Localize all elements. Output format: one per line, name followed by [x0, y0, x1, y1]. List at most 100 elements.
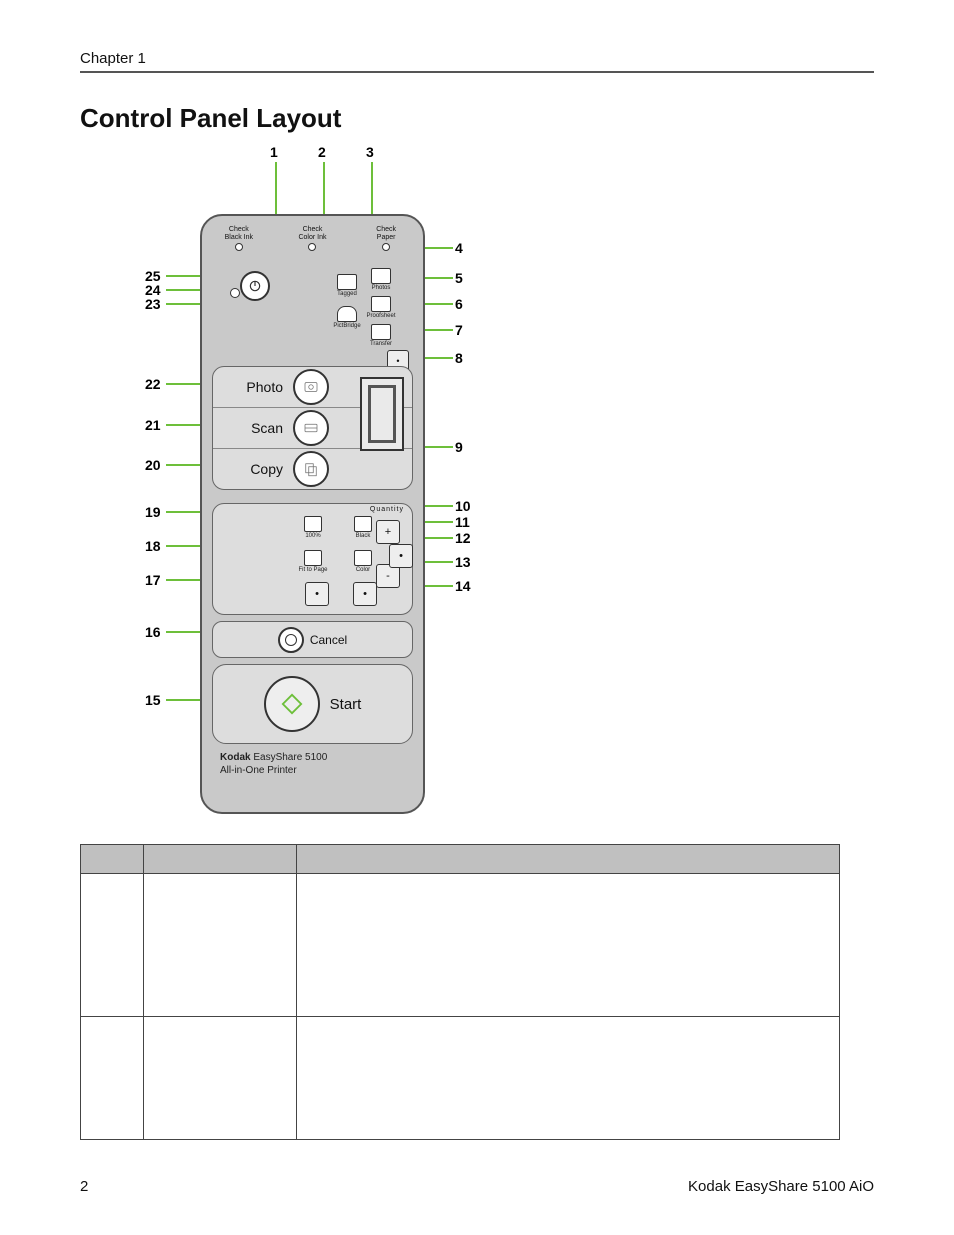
start-icon — [281, 693, 303, 715]
cancel-row: Cancel — [212, 621, 413, 658]
photos-indicator: Photos — [351, 268, 411, 291]
callout-15: 15 — [145, 692, 161, 708]
black-page-icon — [354, 516, 372, 532]
table-cell — [144, 1017, 297, 1140]
callout-1: 1 — [270, 144, 278, 160]
power-button[interactable] — [240, 271, 270, 301]
start-button[interactable] — [264, 676, 320, 732]
settings-group: Quantity 100% Fit to Page Black Color + … — [212, 503, 413, 615]
scan-mode-icon — [302, 419, 320, 437]
callout-10: 10 — [455, 498, 471, 514]
table-cell — [297, 874, 840, 1017]
black-ink-led-icon — [235, 243, 243, 251]
callout-21: 21 — [145, 417, 161, 433]
callout-19: 19 — [145, 504, 161, 520]
copy-mode-icon — [302, 460, 320, 478]
status-paper-label: Check Paper — [366, 226, 406, 241]
callout-13: 13 — [455, 554, 471, 570]
transfer-indicator: Transfer — [351, 324, 411, 347]
brand-line2: All-in-One Printer — [220, 765, 297, 776]
page-number: 2 — [80, 1178, 88, 1195]
callout-11: 11 — [455, 514, 470, 530]
status-row: Check Black Ink Check Color Ink Check Pa… — [202, 226, 423, 251]
color-toggle-button[interactable]: • — [353, 582, 377, 606]
proofsheet-icon — [371, 296, 391, 312]
power-led-icon — [230, 288, 240, 298]
table-header-cell — [144, 845, 297, 874]
photo-label: Photo — [213, 379, 289, 395]
section-title: Control Panel Layout — [80, 103, 874, 134]
fit-to-page-indicator: Fit to Page — [289, 550, 337, 573]
table-header-cell — [81, 845, 144, 874]
table-row — [81, 1017, 840, 1140]
status-paper: Check Paper — [366, 226, 406, 251]
table-cell — [144, 874, 297, 1017]
status-black-ink-label: Check Black Ink — [219, 226, 259, 241]
size-100-label: 100% — [293, 533, 333, 539]
size-toggle-button[interactable]: • — [305, 582, 329, 606]
color-ink-led-icon — [308, 243, 316, 251]
table-cell — [297, 1017, 840, 1140]
size-100-indicator: 100% — [293, 516, 333, 539]
chapter-header: Chapter 1 — [80, 50, 874, 73]
callout-9: 9 — [455, 439, 463, 455]
paper-led-icon — [382, 243, 390, 251]
brand-line: Kodak EasyShare 5100 All-in-One Printer — [220, 751, 405, 777]
photos-label: Photos — [351, 285, 411, 291]
fit-to-page-label: Fit to Page — [289, 567, 337, 573]
footer-product: Kodak EasyShare 5100 AiO — [688, 1178, 874, 1195]
feature-table — [80, 844, 840, 1140]
start-row: Start — [212, 664, 413, 744]
callout-18: 18 — [145, 538, 161, 554]
table-cell — [81, 874, 144, 1017]
status-color-ink-label: Check Color Ink — [292, 226, 332, 241]
page-100-icon — [304, 516, 322, 532]
printer-control-panel: Check Black Ink Check Color Ink Check Pa… — [200, 214, 425, 814]
control-panel-diagram: 1 2 3 4 5 6 7 8 9 10 11 12 13 14 25 24 2… — [70, 144, 470, 834]
proofsheet-indicator: Proofsheet — [351, 296, 411, 319]
cancel-label: Cancel — [310, 633, 347, 647]
callout-5: 5 — [455, 270, 463, 286]
fit-page-icon — [304, 550, 322, 566]
color-page-icon — [354, 550, 372, 566]
transfer-label: Transfer — [351, 341, 411, 347]
quantity-select-button[interactable]: • — [389, 544, 413, 568]
scan-button[interactable] — [293, 410, 329, 446]
callout-7: 7 — [455, 322, 463, 338]
brand-model: EasyShare 5100 — [251, 752, 328, 763]
callout-14: 14 — [455, 578, 471, 594]
table-header-cell — [297, 845, 840, 874]
callout-17: 17 — [145, 572, 161, 588]
callout-6: 6 — [455, 296, 463, 312]
copy-button[interactable] — [293, 451, 329, 487]
cancel-icon — [285, 634, 297, 646]
mode-group: Photo Scan Copy — [212, 366, 413, 490]
display-window — [360, 377, 404, 451]
cancel-button[interactable] — [278, 627, 304, 653]
proofsheet-label: Proofsheet — [351, 313, 411, 319]
quantity-plus-button[interactable]: + — [376, 520, 400, 544]
photo-mode-icon — [302, 378, 320, 396]
page-footer: 2 Kodak EasyShare 5100 AiO — [80, 1178, 874, 1195]
table-row — [81, 874, 840, 1017]
scan-label: Scan — [213, 420, 289, 436]
dot-icon: • — [396, 356, 399, 366]
callout-3: 3 — [366, 144, 374, 160]
callout-20: 20 — [145, 457, 161, 473]
callout-12: 12 — [455, 530, 471, 546]
brand-name: Kodak — [220, 752, 251, 763]
callout-4: 4 — [455, 240, 463, 256]
callout-8: 8 — [455, 350, 463, 366]
photo-button[interactable] — [293, 369, 329, 405]
callout-16: 16 — [145, 624, 161, 640]
status-black-ink: Check Black Ink — [219, 226, 259, 251]
copy-label: Copy — [213, 461, 289, 477]
display-window-inner — [368, 385, 396, 443]
table-cell — [81, 1017, 144, 1140]
table-header-row — [81, 845, 840, 874]
quantity-header: Quantity — [370, 506, 404, 513]
callout-23: 23 — [145, 296, 161, 312]
callout-22: 22 — [145, 376, 161, 392]
photos-icon — [371, 268, 391, 284]
start-label: Start — [330, 696, 362, 713]
